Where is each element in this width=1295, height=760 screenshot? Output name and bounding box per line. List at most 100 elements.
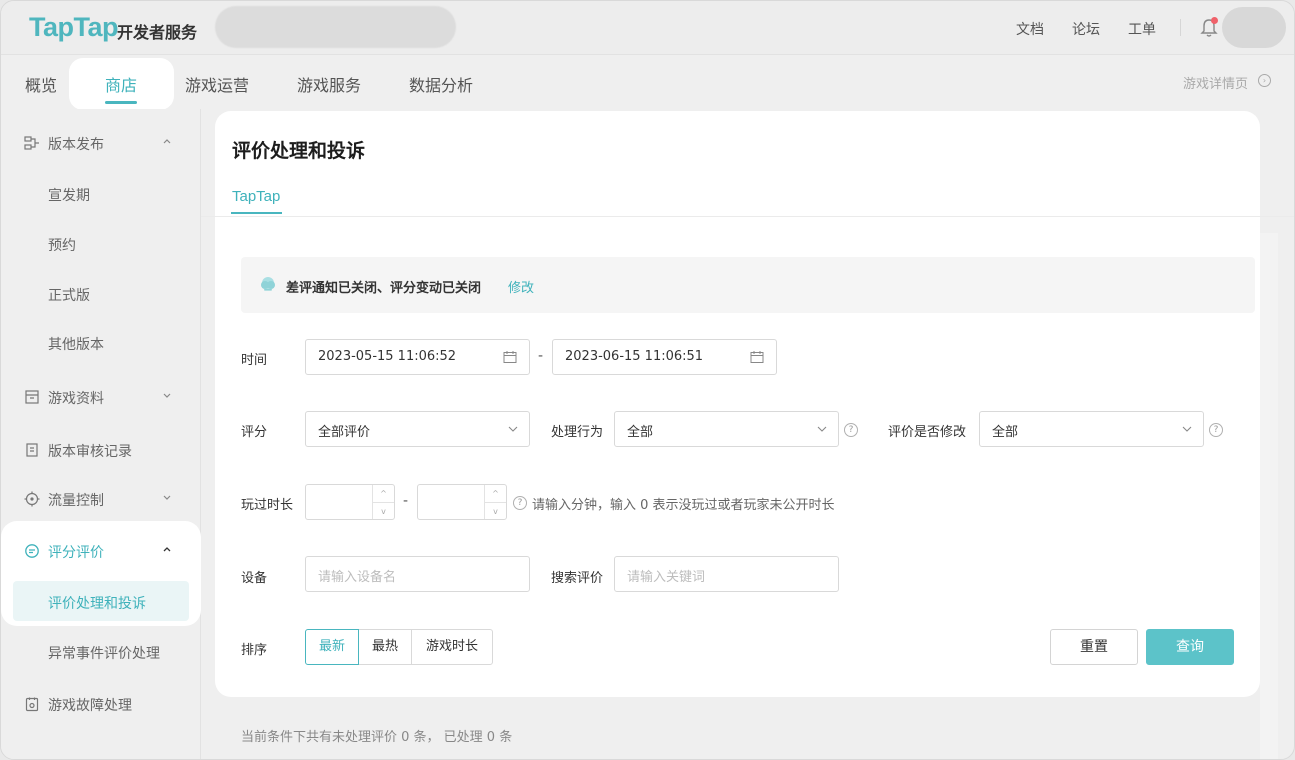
action-select-value: 全部 bbox=[627, 425, 654, 440]
device-input[interactable]: 请输入设备名 bbox=[305, 556, 530, 592]
modified-select-value: 全部 bbox=[992, 425, 1019, 440]
tab-overview[interactable]: 概览 bbox=[25, 72, 57, 96]
help-icon[interactable]: ? bbox=[513, 496, 527, 510]
help-icon[interactable]: ? bbox=[1209, 423, 1223, 437]
device-placeholder: 请输入设备名 bbox=[318, 570, 397, 585]
sidebar-subitem-promotion[interactable]: 宣发期 bbox=[48, 185, 90, 205]
sidebar-item-label: 版本发布 bbox=[48, 137, 104, 153]
range-dash: - bbox=[538, 348, 544, 364]
sidebar-item-traffic[interactable]: 流量控制 bbox=[1, 481, 201, 517]
archive-icon bbox=[25, 390, 39, 404]
playtime-max-stepper[interactable]: ^ v bbox=[417, 484, 507, 520]
tab-taptap[interactable]: TapTap bbox=[232, 188, 280, 205]
score-select[interactable]: 全部评价 bbox=[305, 411, 530, 447]
action-label: 处理行为 bbox=[551, 425, 604, 440]
release-icon bbox=[24, 136, 39, 150]
modified-label: 评价是否修改 bbox=[888, 425, 967, 440]
sidebar-item-release[interactable]: 版本发布 bbox=[1, 125, 201, 161]
stepper-down-icon[interactable]: v bbox=[372, 502, 394, 519]
ticket-link[interactable]: 工单 bbox=[1128, 19, 1156, 39]
chevron-down-icon bbox=[817, 426, 827, 432]
tab-data-analysis[interactable]: 数据分析 bbox=[409, 72, 473, 96]
stepper-down-icon[interactable]: v bbox=[484, 502, 506, 519]
help-icon[interactable]: ? bbox=[844, 423, 858, 437]
page-title: 评价处理和投诉 bbox=[232, 140, 366, 162]
time-end-value: 2023-06-15 11:06:51 bbox=[565, 349, 704, 364]
search-placeholder: 请输入关键词 bbox=[627, 570, 706, 585]
cloud-notice-icon bbox=[261, 277, 275, 291]
sort-option-hottest[interactable]: 最热 bbox=[358, 629, 412, 665]
sidebar-subitem-official[interactable]: 正式版 bbox=[48, 285, 90, 305]
chevron-down-icon bbox=[163, 495, 171, 500]
notification-dot bbox=[1211, 17, 1218, 24]
fault-icon bbox=[25, 697, 39, 712]
stepper-up-icon[interactable]: ^ bbox=[484, 485, 506, 502]
notice-text: 差评通知已关闭、评分变动已关闭 bbox=[286, 281, 482, 296]
sort-label: 排序 bbox=[241, 643, 268, 658]
chevron-up-icon bbox=[163, 139, 171, 144]
sort-option-playtime[interactable]: 游戏时长 bbox=[411, 629, 493, 665]
clipboard-icon bbox=[26, 443, 38, 457]
action-select[interactable]: 全部 bbox=[614, 411, 839, 447]
sidebar-item-label: 游戏故障处理 bbox=[48, 698, 132, 714]
time-end-field[interactable]: 2023-06-15 11:06:51 bbox=[552, 339, 777, 375]
result-summary: 当前条件下共有未处理评价 0 条， 已处理 0 条 bbox=[241, 730, 513, 745]
comment-icon bbox=[25, 544, 39, 558]
sidebar-item-label: 流量控制 bbox=[48, 493, 104, 509]
app-window: TapTap 开发者服务 文档 论坛 工单 概览 商店 游戏运营 游戏服务 数据… bbox=[0, 0, 1295, 760]
tab-store[interactable]: 商店 bbox=[105, 72, 137, 96]
calendar-icon bbox=[503, 351, 517, 363]
docs-link[interactable]: 文档 bbox=[1016, 19, 1044, 39]
sort-option-newest[interactable]: 最新 bbox=[305, 629, 359, 665]
tab-game-operations[interactable]: 游戏运营 bbox=[185, 72, 249, 96]
chevron-down-icon bbox=[1182, 426, 1192, 432]
range-dash: - bbox=[403, 493, 409, 509]
sidebar-item-label: 游戏资料 bbox=[48, 391, 104, 407]
time-label: 时间 bbox=[241, 353, 268, 368]
playtime-hint: 请输入分钟，输入 0 表示没玩过或者玩家未公开时长 bbox=[532, 498, 835, 513]
query-button[interactable]: 查询 bbox=[1146, 629, 1234, 665]
time-start-field[interactable]: 2023-05-15 11:06:52 bbox=[305, 339, 530, 375]
chevron-down-icon bbox=[163, 393, 171, 398]
sidebar-item-fault[interactable]: 游戏故障处理 bbox=[1, 686, 201, 722]
time-start-value: 2023-05-15 11:06:52 bbox=[318, 349, 457, 364]
sidebar-item-rating[interactable]: 评分评价 bbox=[1, 533, 201, 569]
device-label: 设备 bbox=[241, 571, 268, 586]
search-label: 搜索评价 bbox=[551, 571, 604, 586]
score-label: 评分 bbox=[241, 425, 268, 440]
game-selector[interactable] bbox=[215, 6, 456, 48]
sidebar-item-review-record[interactable]: 版本审核记录 bbox=[1, 432, 201, 468]
sidebar-subitem-review-handling[interactable]: 评价处理和投诉 bbox=[48, 593, 146, 613]
main-card bbox=[215, 111, 1260, 697]
stepper-up-icon[interactable]: ^ bbox=[372, 485, 394, 502]
calendar-icon bbox=[750, 351, 764, 363]
sidebar-item-game-info[interactable]: 游戏资料 bbox=[1, 379, 201, 415]
search-input[interactable]: 请输入关键词 bbox=[614, 556, 839, 592]
modified-select[interactable]: 全部 bbox=[979, 411, 1204, 447]
score-select-value: 全部评价 bbox=[318, 425, 371, 440]
header-divider bbox=[1180, 19, 1181, 36]
tab-game-services[interactable]: 游戏服务 bbox=[297, 72, 361, 96]
playtime-label: 玩过时长 bbox=[241, 498, 294, 513]
game-detail-link[interactable]: 游戏详情页 bbox=[1183, 73, 1248, 92]
playtime-min-stepper[interactable]: ^ v bbox=[305, 484, 395, 520]
content-scroll-band bbox=[1260, 233, 1278, 759]
sidebar-subitem-abnormal-events[interactable]: 异常事件评价处理 bbox=[48, 643, 160, 663]
sidebar-item-label: 版本审核记录 bbox=[48, 444, 132, 460]
sidebar-subitem-other-versions[interactable]: 其他版本 bbox=[48, 334, 104, 354]
logo-subtitle: 开发者服务 bbox=[117, 23, 198, 42]
taptap-logo[interactable]: TapTap bbox=[29, 12, 119, 43]
forum-link[interactable]: 论坛 bbox=[1072, 19, 1100, 39]
arrow-circle-icon[interactable]: › bbox=[1258, 74, 1271, 87]
reset-button[interactable]: 重置 bbox=[1050, 629, 1138, 665]
chevron-up-icon bbox=[163, 547, 171, 552]
notice-edit-link[interactable]: 修改 bbox=[508, 277, 534, 296]
sidebar-subitem-reservation[interactable]: 预约 bbox=[48, 235, 76, 255]
chevron-down-icon bbox=[508, 426, 518, 432]
sidebar-item-label: 评分评价 bbox=[48, 545, 104, 561]
tab-store-underline bbox=[105, 101, 137, 104]
target-icon bbox=[24, 491, 40, 507]
tab-taptap-underline bbox=[231, 212, 282, 214]
avatar[interactable] bbox=[1222, 7, 1286, 48]
tab-divider bbox=[201, 216, 1294, 217]
